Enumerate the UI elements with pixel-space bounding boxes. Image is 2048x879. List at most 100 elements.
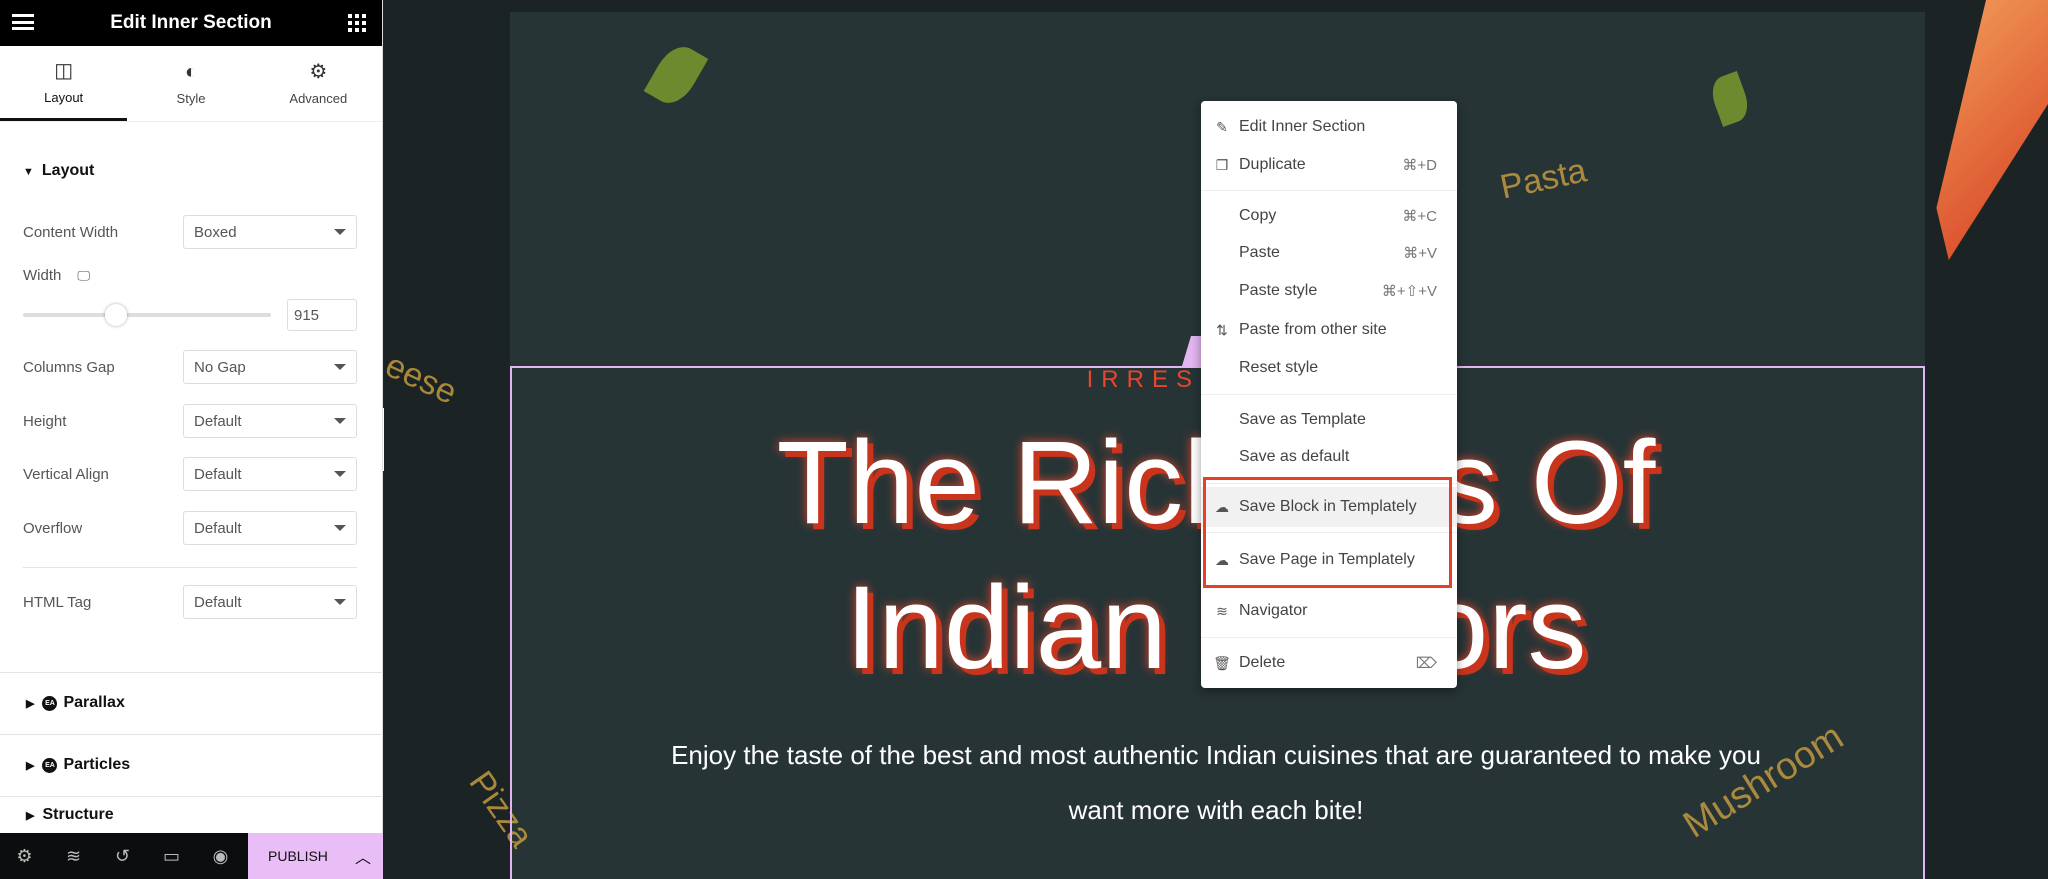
gear-icon: ⚙ (309, 61, 328, 83)
vertical-align-select[interactable]: Default (183, 457, 357, 491)
particles-section-toggle[interactable]: ▶ EA Particles (0, 734, 383, 795)
ea-logo-icon: EA (42, 695, 58, 711)
columns-icon: ◫ (54, 59, 74, 82)
shortcut: ⌘+C (1402, 208, 1437, 225)
layers-icon: ≋ (1216, 602, 1228, 619)
menu-divider (1201, 190, 1457, 191)
menu-item-copy[interactable]: Copy ⌘+C (1201, 198, 1457, 234)
field-label: Vertical Align (23, 465, 109, 483)
tab-advanced[interactable]: ⚙ Advanced (255, 46, 382, 121)
select-value: Boxed (194, 223, 237, 241)
field-label: HTML Tag (23, 593, 92, 611)
section-title: Layout (41, 162, 95, 179)
layout-section-toggle[interactable]: ▼ Layout (23, 162, 94, 180)
section-title: Particles (63, 756, 131, 773)
field-label: Width (23, 267, 62, 284)
menu-divider (1201, 637, 1457, 638)
columns-gap-select[interactable]: No Gap (183, 350, 357, 384)
overflow-select[interactable]: Default (183, 511, 357, 545)
select-value: No Gap (194, 358, 246, 376)
menu-label: Reset style (1239, 359, 1319, 376)
sidebar-footer: ⚙ ≋ ↺ ▭ ◉ PUBLISH ︿ (0, 833, 383, 879)
ea-logo-icon: EA (42, 757, 58, 773)
desktop-icon[interactable]: 🖵 (77, 268, 90, 284)
tab-label: Style (176, 91, 206, 106)
menu-label: Save as default (1239, 448, 1350, 465)
field-label: Overflow (23, 519, 83, 537)
tab-style[interactable]: ◐ Style (127, 46, 254, 121)
field-label: Columns Gap (23, 358, 115, 376)
structure-section-toggle[interactable]: ▶ Structure (0, 796, 383, 833)
menu-item-paste[interactable]: Paste ⌘+V (1201, 235, 1457, 271)
menu-divider (1201, 394, 1457, 395)
menu-label: Save as Template (1239, 411, 1366, 428)
half-circle-icon: ◐ (184, 61, 198, 83)
height-select[interactable]: Default (183, 404, 357, 438)
html-tag-select[interactable]: Default (183, 585, 357, 619)
content-width-select[interactable]: Boxed (183, 215, 357, 249)
navigator-layers-icon[interactable]: ≋ (49, 846, 98, 867)
menu-item-duplicate[interactable]: ❐ Duplicate ⌘+D (1201, 147, 1457, 183)
settings-gear-icon[interactable]: ⚙ (0, 846, 49, 867)
shortcut: ⌦ (1415, 655, 1437, 672)
caret-right-icon: ▶ (26, 697, 35, 710)
preview-eye-icon[interactable]: ◉ (196, 846, 245, 867)
parallax-section-toggle[interactable]: ▶ EA Parallax (0, 672, 383, 733)
menu-item-paste-from-other-site[interactable]: ⇅ Paste from other site (1201, 312, 1457, 348)
height-row: Height Default (23, 404, 357, 438)
caret-right-icon: ▶ (26, 759, 35, 772)
menu-item-save-as-template[interactable]: Save as Template (1201, 402, 1457, 438)
columns-gap-row: Columns Gap No Gap (23, 350, 357, 384)
sidebar-header: Edit Inner Section (0, 0, 382, 46)
tab-label: Layout (44, 89, 84, 105)
menu-item-edit-inner-section[interactable]: ✎ Edit Inner Section (1201, 109, 1457, 145)
width-slider-handle[interactable] (105, 304, 127, 326)
content-width-row: Content Width Boxed (23, 215, 357, 249)
vertical-align-row: Vertical Align Default (23, 457, 357, 491)
publish-label: PUBLISH (268, 848, 328, 864)
html-tag-row: HTML Tag Default (23, 585, 357, 619)
menu-item-reset-style[interactable]: Reset style (1201, 350, 1457, 386)
tab-label: Advanced (289, 91, 348, 106)
select-value: Default (194, 519, 242, 537)
publish-button[interactable]: PUBLISH ︿ (248, 833, 383, 879)
width-slider[interactable] (23, 313, 271, 317)
select-value: Default (194, 593, 242, 611)
caret-down-icon: ▼ (23, 166, 34, 178)
divider (23, 567, 357, 568)
menu-label: Paste (1239, 244, 1280, 261)
duplicate-icon: ❐ (1215, 156, 1229, 173)
select-value: Default (194, 465, 242, 483)
pencil-icon: ✎ (1216, 118, 1228, 135)
panel-title: Edit Inner Section (110, 12, 272, 33)
menu-item-navigator[interactable]: ≋ Navigator (1201, 593, 1457, 629)
transfer-icon: ⇅ (1216, 321, 1228, 338)
responsive-mode-icon[interactable]: ▭ (147, 846, 196, 867)
dropdown-arrow-icon (334, 229, 346, 235)
hamburger-menu-icon[interactable] (12, 14, 34, 30)
dropdown-arrow-icon (334, 471, 346, 477)
overflow-row: Overflow Default (23, 511, 357, 545)
menu-label: Copy (1239, 207, 1277, 224)
menu-label: Edit Inner Section (1239, 118, 1366, 135)
pizza-slice-image (1936, 0, 2048, 260)
menu-item-delete[interactable]: 🗑 Delete ⌦ (1201, 645, 1457, 681)
trash-icon: 🗑 (1213, 654, 1231, 671)
chevron-up-icon[interactable]: ︿ (355, 844, 371, 868)
history-icon[interactable]: ↺ (98, 846, 147, 867)
section-title: Structure (42, 806, 114, 823)
caret-right-icon: ▶ (26, 809, 35, 822)
tab-layout[interactable]: ◫ Layout (0, 46, 128, 121)
hero-paragraph-line2: want more with each bite! (1068, 795, 1364, 825)
menu-label: Delete (1239, 654, 1286, 671)
menu-item-paste-style[interactable]: Paste style ⌘+⇧+V (1201, 273, 1457, 309)
menu-label: Navigator (1239, 602, 1308, 619)
menu-item-save-as-default[interactable]: Save as default (1201, 439, 1457, 475)
section-title: Parallax (63, 694, 125, 711)
width-input[interactable]: 915 (287, 299, 357, 331)
widgets-grid-icon[interactable] (348, 14, 366, 32)
field-label: Content Width (23, 223, 119, 241)
menu-label: Duplicate (1239, 156, 1306, 173)
field-label: Height (23, 412, 67, 430)
dropdown-arrow-icon (334, 418, 346, 424)
